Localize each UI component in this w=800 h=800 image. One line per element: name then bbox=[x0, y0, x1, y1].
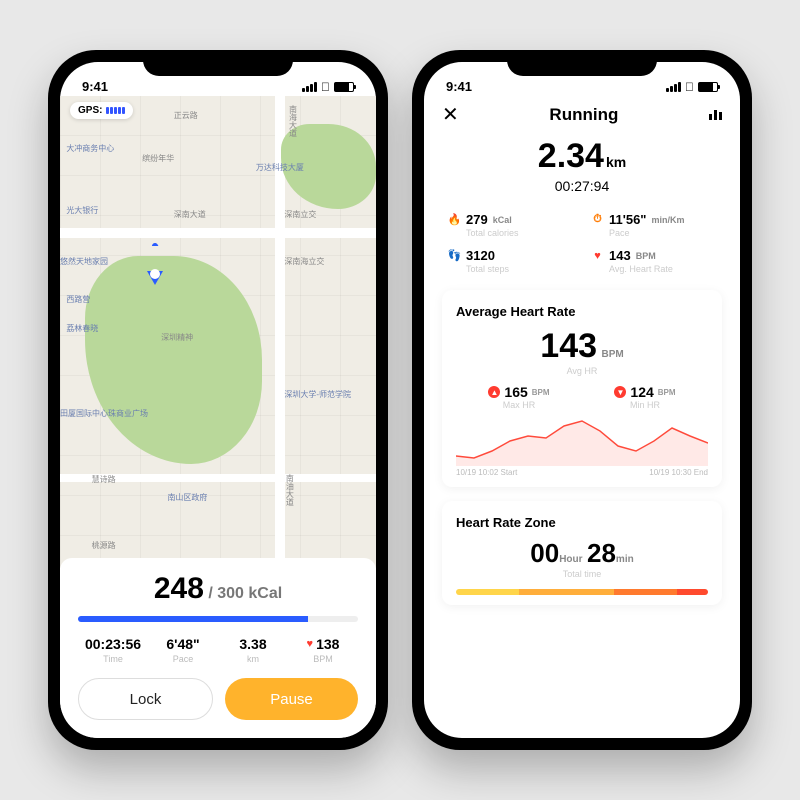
metric-value: 00:23:56 bbox=[78, 636, 148, 652]
metric-label: km bbox=[218, 654, 288, 664]
metric-bpm: ♥138 BPM bbox=[288, 636, 358, 664]
summary-body[interactable]: 2.34km 00:27:94 🔥279kCal Total calories … bbox=[424, 137, 740, 738]
battery-icon bbox=[698, 82, 718, 92]
page-title: Running bbox=[549, 105, 618, 125]
wifi-icon: 􀙇 bbox=[685, 80, 694, 94]
stat-label: Total steps bbox=[466, 264, 573, 274]
distance-unit: km bbox=[606, 154, 626, 170]
stats-button[interactable] bbox=[709, 110, 722, 120]
current-location-marker bbox=[147, 271, 163, 285]
stat-label: Avg. Heart Rate bbox=[609, 264, 716, 274]
heart-icon: ♥ bbox=[307, 638, 314, 650]
calorie-progress: 248 / 300 kCal bbox=[78, 572, 358, 606]
cellular-icon bbox=[302, 82, 317, 92]
duration-value: 00:27:94 bbox=[442, 178, 722, 194]
metric-label: Pace bbox=[148, 654, 218, 664]
progress-bar bbox=[78, 616, 358, 622]
stat-pace: ⏱11'56"min/Km Pace bbox=[591, 212, 716, 238]
map-label: 桃源路 bbox=[92, 540, 116, 551]
distance-value: 2.34 bbox=[538, 137, 604, 175]
metric-value: 6'48" bbox=[148, 636, 218, 652]
hr-zone-card: Heart Rate Zone 00Hour 28min Total time bbox=[442, 501, 722, 605]
min-hr: ▼124BPM Min HR bbox=[614, 384, 675, 410]
action-buttons: Lock Pause bbox=[78, 678, 358, 720]
chart-x-labels: 10/19 10:02 Start 10/19 10:30 End bbox=[456, 468, 708, 477]
nav-bar: ✕ Running bbox=[424, 96, 740, 137]
heart-icon: ♥ bbox=[591, 249, 604, 262]
lock-button[interactable]: Lock bbox=[78, 678, 213, 720]
stats-grid: 🔥279kCal Total calories ⏱11'56"min/Km Pa… bbox=[448, 212, 716, 274]
card-title: Heart Rate Zone bbox=[456, 515, 708, 530]
phone-left: 9:41 􀙇 GPS: 正云路 南海大道 大冲商务中心 缤纷年华 万达科技大厦 … bbox=[48, 50, 388, 750]
hr-min-max: ▲165BPM Max HR ▼124BPM Min HR bbox=[456, 384, 708, 410]
metric-time: 00:23:56 Time bbox=[78, 636, 148, 664]
cellular-icon bbox=[666, 82, 681, 92]
gps-label: GPS: bbox=[78, 105, 102, 116]
map-label: 南山区政府 bbox=[167, 492, 207, 503]
activity-panel: 248 / 300 kCal 00:23:56 Time 6'48" Pace … bbox=[60, 558, 376, 738]
notch bbox=[143, 50, 293, 76]
status-time: 9:41 bbox=[82, 79, 108, 94]
map-label: 田厦国际中心珠商业广场 bbox=[60, 408, 148, 419]
arrow-down-icon: ▼ bbox=[614, 386, 626, 398]
status-right: 􀙇 bbox=[666, 80, 718, 94]
max-hr: ▲165BPM Max HR bbox=[488, 384, 549, 410]
map-label: 西路营 bbox=[66, 294, 90, 305]
pause-button[interactable]: Pause bbox=[225, 678, 358, 720]
zone-bar bbox=[456, 589, 708, 595]
zone-total-time: 00Hour 28min Total time bbox=[456, 538, 708, 579]
map-park bbox=[85, 256, 262, 464]
metric-label: BPM bbox=[288, 654, 358, 664]
arrow-up-icon: ▲ bbox=[488, 386, 500, 398]
status-time: 9:41 bbox=[446, 79, 472, 94]
wifi-icon: 􀙇 bbox=[321, 80, 330, 94]
metric-label: Time bbox=[78, 654, 148, 664]
stat-label: Total calories bbox=[466, 228, 573, 238]
notch bbox=[507, 50, 657, 76]
metric-distance: 3.38 km bbox=[218, 636, 288, 664]
map-view[interactable]: 正云路 南海大道 大冲商务中心 缤纷年华 万达科技大厦 光大银行 深南大道 深南… bbox=[60, 96, 376, 568]
card-title: Average Heart Rate bbox=[456, 304, 708, 319]
clock-icon: ⏱ bbox=[591, 213, 604, 226]
distance-display: 2.34km 00:27:94 bbox=[442, 137, 722, 194]
status-right: 􀙇 bbox=[302, 80, 354, 94]
map-label: 深圳大学-师范学院 bbox=[284, 389, 351, 400]
calories-burned: 248 bbox=[154, 572, 204, 605]
gps-strength-icon bbox=[106, 107, 125, 114]
stat-label: Pace bbox=[609, 228, 716, 238]
stat-steps: 👣3120 Total steps bbox=[448, 248, 573, 274]
map-label: 荔林春晓 bbox=[66, 323, 98, 334]
avg-hr-value: 143 bbox=[540, 327, 597, 365]
fire-icon: 🔥 bbox=[448, 213, 461, 226]
stat-avg-hr: ♥143BPM Avg. Heart Rate bbox=[591, 248, 716, 274]
stat-calories: 🔥279kCal Total calories bbox=[448, 212, 573, 238]
metric-value: 3.38 bbox=[218, 636, 288, 652]
metric-value: ♥138 bbox=[288, 636, 358, 652]
battery-icon bbox=[334, 82, 354, 92]
map-label: 南油大道 bbox=[284, 474, 295, 506]
phone-right: 9:41 􀙇 ✕ Running 2.34km 00:27:94 🔥279kCa… bbox=[412, 50, 752, 750]
avg-hr-display: 143 BPM Avg HR bbox=[456, 327, 708, 376]
map-label: 悠然天地家园 bbox=[60, 256, 108, 267]
metrics-row: 00:23:56 Time 6'48" Pace 3.38 km ♥138 BP… bbox=[78, 636, 358, 664]
avg-hr-card: Average Heart Rate 143 BPM Avg HR ▲165BP… bbox=[442, 290, 722, 487]
hr-chart bbox=[456, 416, 708, 466]
calories-goal: / 300 kCal bbox=[208, 585, 282, 602]
gps-indicator: GPS: bbox=[70, 102, 133, 119]
close-button[interactable]: ✕ bbox=[442, 102, 459, 127]
footsteps-icon: 👣 bbox=[448, 249, 461, 262]
metric-pace: 6'48" Pace bbox=[148, 636, 218, 664]
map-label: 深圳精神 bbox=[161, 332, 193, 343]
map-label: 慧诗路 bbox=[92, 474, 116, 485]
map-label: 深南海立交 bbox=[284, 256, 324, 267]
